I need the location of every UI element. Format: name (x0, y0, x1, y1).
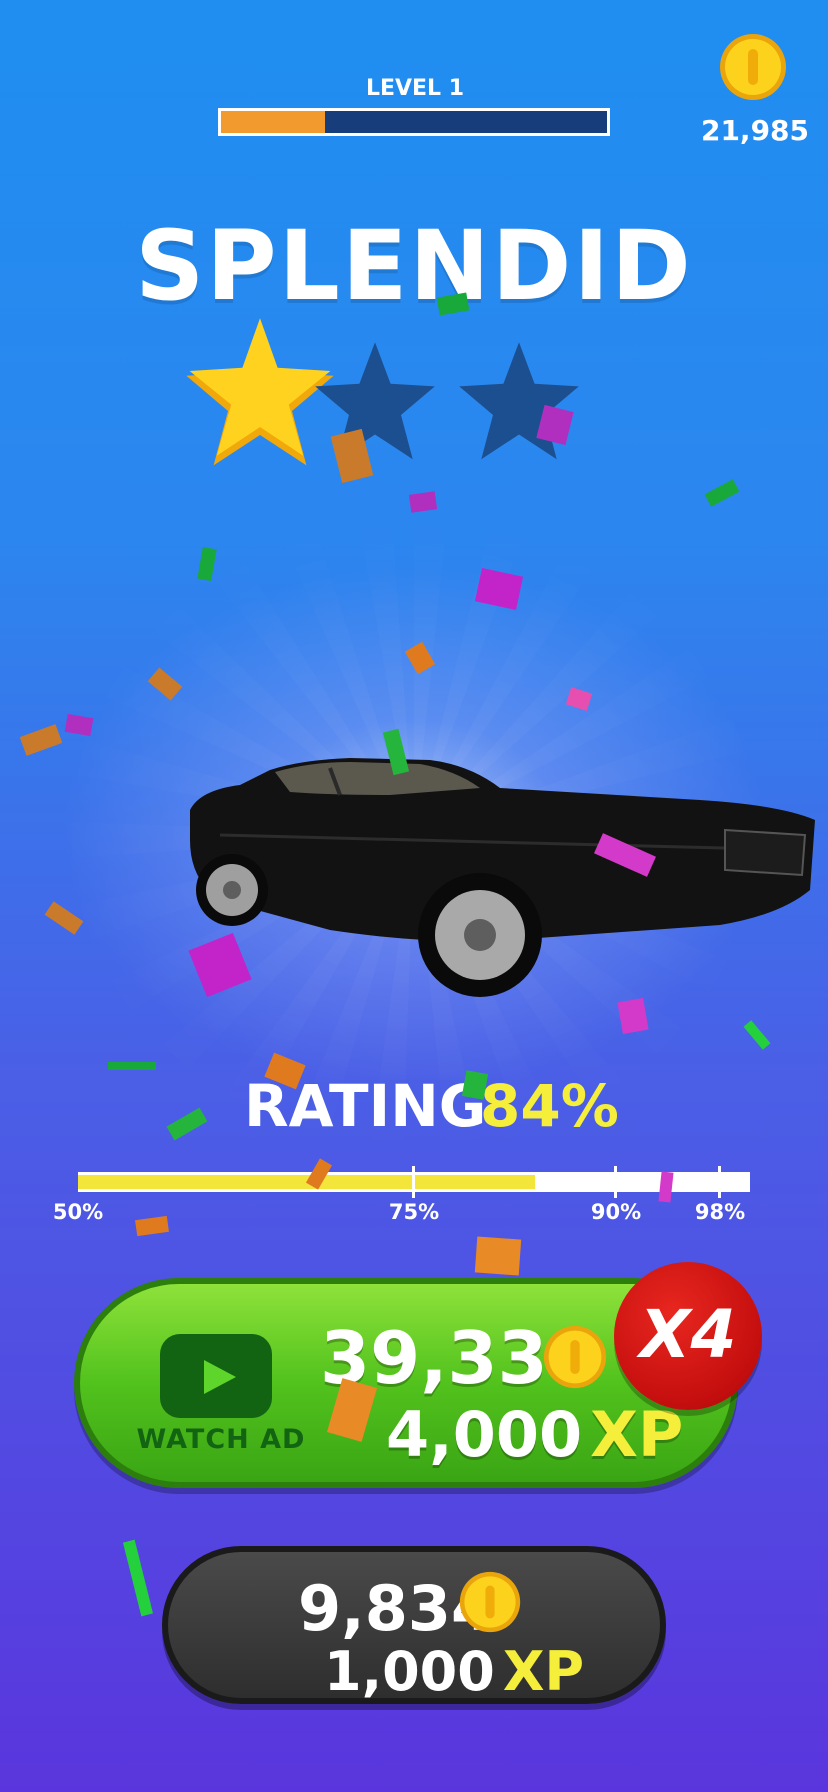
claim-xp: 1,000 XP (324, 1640, 584, 1703)
multiplier-label: X4 (639, 1296, 737, 1373)
level-progress-fill (221, 111, 326, 133)
reward-xp-value: 4,000 (386, 1398, 583, 1471)
confetti (122, 1539, 154, 1617)
confetti (108, 1062, 156, 1070)
rating-tick (412, 1166, 415, 1198)
car-image (190, 758, 815, 997)
claim-button[interactable]: 9,834 1,000 XP (162, 1546, 666, 1704)
confetti (135, 1215, 169, 1237)
rating-bar (78, 1166, 750, 1198)
xp-unit: XP (590, 1398, 684, 1471)
rating-marker-label: 98% (694, 1200, 746, 1224)
rating-marker-label: 90% (590, 1200, 642, 1224)
star-empty-icon (459, 342, 579, 460)
level-progress-bar (218, 108, 610, 136)
rating-tick (614, 1166, 617, 1198)
rating-marker-label: 75% (388, 1200, 440, 1224)
multiplier-badge: X4 (614, 1262, 762, 1410)
claim-xp-value: 1,000 (324, 1640, 495, 1703)
level-label: LEVEL 1 (365, 76, 465, 101)
watch-ad-label: WATCH AD (136, 1424, 306, 1455)
coin-balance: 21,985 (700, 114, 810, 147)
coin-icon (720, 34, 786, 100)
star-rating (180, 315, 650, 495)
confetti (658, 1171, 674, 1203)
video-play-icon (160, 1334, 272, 1418)
confetti (617, 997, 649, 1035)
result-title: SPLENDID (135, 210, 693, 322)
star-empty-icon (315, 342, 435, 460)
confetti (408, 491, 438, 513)
reward-xp: 4,000 XP (386, 1398, 683, 1471)
confetti (461, 1070, 489, 1100)
xp-unit: XP (502, 1640, 585, 1703)
rating-tick (718, 1166, 721, 1198)
rating-value: 84% (480, 1072, 619, 1140)
coin-icon (459, 1571, 521, 1633)
rating-marker-label: 50% (52, 1200, 104, 1224)
confetti (474, 1236, 522, 1276)
coin-icon (543, 1325, 607, 1389)
